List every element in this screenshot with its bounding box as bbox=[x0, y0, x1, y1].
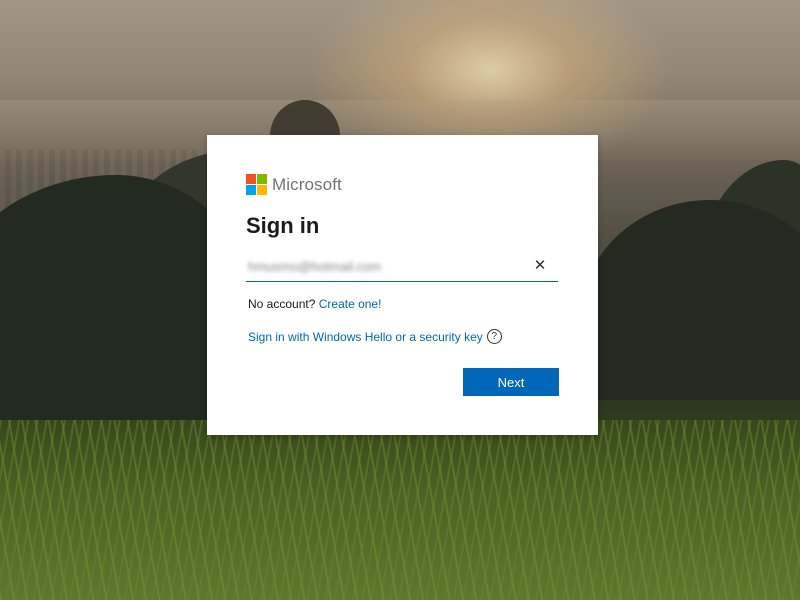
no-account-row: No account? Create one! bbox=[248, 297, 381, 311]
microsoft-logo-icon bbox=[246, 174, 267, 195]
windows-hello-link[interactable]: Sign in with Windows Hello or a security… bbox=[248, 330, 483, 344]
logo-square-green bbox=[257, 174, 267, 184]
signin-card: Microsoft Sign in ✕ No account? Create o… bbox=[207, 135, 598, 435]
question-circle-icon[interactable]: ? bbox=[486, 329, 502, 344]
logo-square-red bbox=[246, 174, 256, 184]
close-icon[interactable]: ✕ bbox=[532, 256, 548, 276]
email-field[interactable] bbox=[246, 253, 528, 279]
next-button[interactable]: Next bbox=[463, 368, 559, 396]
create-account-link[interactable]: Create one! bbox=[319, 297, 382, 311]
brand-logo: Microsoft bbox=[246, 174, 342, 195]
brand-name: Microsoft bbox=[272, 174, 342, 194]
windows-hello-row: Sign in with Windows Hello or a security… bbox=[248, 329, 502, 344]
logo-square-yellow bbox=[257, 185, 267, 195]
page-title: Sign in bbox=[246, 213, 320, 238]
no-account-text: No account? bbox=[248, 297, 316, 311]
email-field-container: ✕ bbox=[246, 253, 558, 282]
logo-square-blue bbox=[246, 185, 256, 195]
